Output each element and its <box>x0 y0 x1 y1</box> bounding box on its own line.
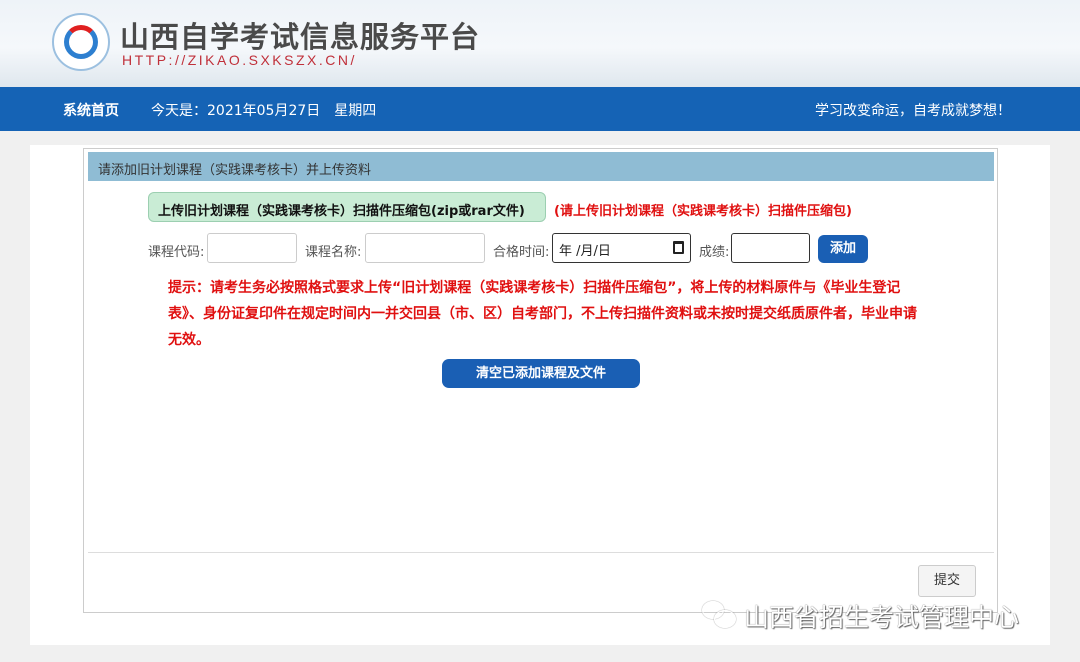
score-input[interactable] <box>731 233 810 263</box>
add-button[interactable]: 添加 <box>818 235 868 263</box>
upload-hint: (请上传旧计划课程（实践课考核卡）扫描件压缩包) <box>554 204 852 219</box>
nav-bar: 系统首页 今天是：2021年05月27日 星期四 学习改变命运，自考成就梦想！ <box>0 87 1080 131</box>
site-url: HTTP://ZIKAO.SXKSZX.CN/ <box>122 52 357 68</box>
divider <box>88 552 994 553</box>
nav-home-link[interactable]: 系统首页 <box>63 100 119 120</box>
course-code-input[interactable] <box>207 233 297 263</box>
course-name-label: 课程名称: <box>305 245 362 260</box>
calendar-icon[interactable] <box>673 241 684 254</box>
submit-button[interactable]: 提交 <box>918 565 976 597</box>
clear-button[interactable]: 清空已添加课程及文件 <box>442 359 640 388</box>
wechat-icon <box>702 601 738 631</box>
course-code-label: 课程代码: <box>148 245 205 260</box>
date-placeholder: 年 /月/日 <box>559 244 611 259</box>
pass-date-label: 合格时间: <box>493 245 550 260</box>
upload-file-button[interactable]: 上传旧计划课程（实践课考核卡）扫描件压缩包(zip或rar文件) <box>148 192 546 222</box>
site-logo <box>52 13 110 71</box>
watermark: 山西省招生考试管理中心 <box>702 598 1019 634</box>
course-name-input[interactable] <box>365 233 485 263</box>
slogan: 学习改变命运，自考成就梦想！ <box>815 103 1011 119</box>
pass-date-input[interactable]: 年 /月/日 <box>552 233 691 263</box>
site-header: 山西自学考试信息服务平台 HTTP://ZIKAO.SXKSZX.CN/ <box>0 0 1080 87</box>
site-title: 山西自学考试信息服务平台 <box>120 20 481 54</box>
score-label: 成绩: <box>699 245 730 260</box>
watermark-text: 山西省招生考试管理中心 <box>744 603 1020 632</box>
panel-title: 请添加旧计划课程（实践课考核卡）并上传资料 <box>88 152 994 181</box>
tip-text: 提示：请考生务必按照格式要求上传“旧计划课程（实践课考核卡）扫描件压缩包”，将上… <box>168 280 917 348</box>
upload-panel: 请添加旧计划课程（实践课考核卡）并上传资料 上传旧计划课程（实践课考核卡）扫描件… <box>83 148 998 613</box>
today-date: 今天是：2021年05月27日 星期四 <box>151 103 377 119</box>
